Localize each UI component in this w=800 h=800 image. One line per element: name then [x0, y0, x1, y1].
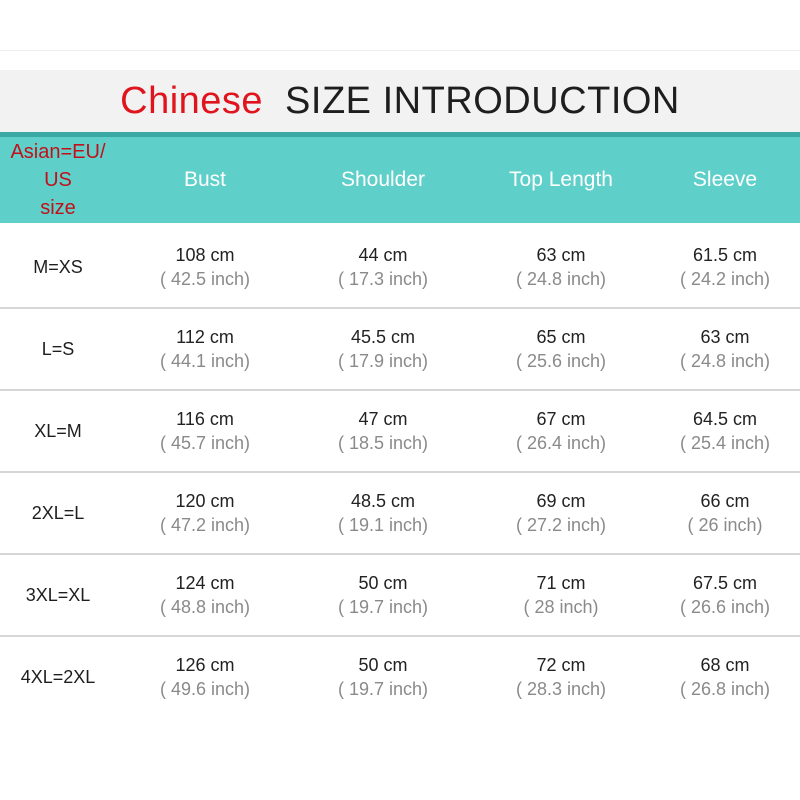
- cm-value: 124 cm: [175, 573, 235, 593]
- measure-cell-shoulder: 50 cm ( 19.7 inch): [294, 653, 472, 701]
- measure-cell-top-length: 65 cm ( 25.6 inch): [472, 325, 650, 373]
- table-row: 3XL=XL 124 cm ( 48.8 inch) 50 cm ( 19.7 inch…: [0, 555, 800, 637]
- size-label: 3XL=XL: [25, 584, 91, 605]
- cm-value: 126 cm: [175, 655, 235, 675]
- cm-value: 48.5 cm: [350, 491, 416, 511]
- cm-value: 65 cm: [536, 327, 586, 347]
- inch-value: ( 42.5 inch): [159, 269, 251, 289]
- measure-cell-bust: 126 cm ( 49.6 inch): [116, 653, 294, 701]
- inch-value: ( 27.2 inch): [515, 515, 607, 535]
- column-header-sleeve: Sleeve: [692, 168, 758, 191]
- measure-cell-shoulder: 48.5 cm ( 19.1 inch): [294, 489, 472, 537]
- measure-cell-bust: 124 cm ( 48.8 inch): [116, 571, 294, 619]
- size-header-line: size: [40, 197, 76, 219]
- inch-value: ( 26 inch): [687, 515, 763, 535]
- measure-cell-top-length: 67 cm ( 26.4 inch): [472, 407, 650, 455]
- table-row: M=XS 108 cm ( 42.5 inch) 44 cm ( 17.3 inch) 6…: [0, 227, 800, 309]
- cm-value: 68 cm: [700, 655, 750, 675]
- inch-value: ( 24.2 inch): [679, 269, 771, 289]
- top-divider: [0, 50, 800, 51]
- measure-cell-shoulder: 50 cm ( 19.7 inch): [294, 571, 472, 619]
- inch-value: ( 25.6 inch): [515, 351, 607, 371]
- measure-cell-sleeve: 63 cm ( 24.8 inch): [650, 325, 800, 373]
- inch-value: ( 44.1 inch): [159, 351, 251, 371]
- measure-cell-top-length: 72 cm ( 28.3 inch): [472, 653, 650, 701]
- inch-value: ( 47.2 inch): [159, 515, 251, 535]
- measure-cell-bust: 120 cm ( 47.2 inch): [116, 489, 294, 537]
- inch-value: ( 19.7 inch): [337, 597, 429, 617]
- cm-value: 112 cm: [176, 327, 234, 347]
- measure-cell-shoulder: 47 cm ( 18.5 inch): [294, 407, 472, 455]
- size-column-header: Asian=EU/ US size: [0, 138, 116, 222]
- size-table-body: M=XS 108 cm ( 42.5 inch) 44 cm ( 17.3 inch) 6…: [0, 227, 800, 717]
- cm-value: 116 cm: [176, 409, 234, 429]
- inch-value: ( 26.4 inch): [515, 433, 607, 453]
- inch-value: ( 25.4 inch): [679, 433, 771, 453]
- measure-cell-top-length: 63 cm ( 24.8 inch): [472, 243, 650, 291]
- measure-cell-sleeve: 66 cm ( 26 inch): [650, 489, 800, 537]
- measure-cell-bust: 108 cm ( 42.5 inch): [116, 243, 294, 291]
- inch-value: ( 24.8 inch): [679, 351, 771, 371]
- table-row: 4XL=2XL 126 cm ( 49.6 inch) 50 cm ( 19.7 inc…: [0, 637, 800, 717]
- cm-value: 63 cm: [536, 245, 586, 265]
- column-header-bust: Bust: [183, 168, 227, 191]
- measure-cell-bust: 112 cm ( 44.1 inch): [116, 325, 294, 373]
- measure-cell-bust: 116 cm ( 45.7 inch): [116, 407, 294, 455]
- inch-value: ( 48.8 inch): [159, 597, 251, 617]
- measure-cell-shoulder: 45.5 cm ( 17.9 inch): [294, 325, 472, 373]
- size-label: L=S: [41, 338, 75, 359]
- cm-value: 61.5 cm: [692, 245, 758, 265]
- size-label: 4XL=2XL: [20, 666, 96, 687]
- inch-value: ( 26.6 inch): [679, 597, 771, 617]
- cm-value: 63 cm: [700, 327, 750, 347]
- measure-cell-sleeve: 61.5 cm ( 24.2 inch): [650, 243, 800, 291]
- measure-cell-top-length: 69 cm ( 27.2 inch): [472, 489, 650, 537]
- size-header-line: US: [44, 169, 72, 191]
- cm-value: 50 cm: [358, 573, 408, 593]
- size-label: M=XS: [33, 256, 83, 277]
- inch-value: ( 19.7 inch): [337, 679, 429, 699]
- page-title: SIZE INTRODUCTION: [285, 79, 680, 122]
- inch-value: ( 24.8 inch): [515, 269, 607, 289]
- measure-cell-sleeve: 67.5 cm ( 26.6 inch): [650, 571, 800, 619]
- measure-cell-sleeve: 64.5 cm ( 25.4 inch): [650, 407, 800, 455]
- inch-value: ( 18.5 inch): [337, 433, 429, 453]
- inch-value: ( 49.6 inch): [159, 679, 251, 699]
- inch-value: ( 26.8 inch): [679, 679, 771, 699]
- size-label: XL=M: [34, 420, 82, 441]
- cm-value: 50 cm: [358, 655, 408, 675]
- inch-value: ( 28 inch): [523, 597, 599, 617]
- column-header-top-length: Top Length: [509, 168, 613, 191]
- measure-cell-shoulder: 44 cm ( 17.3 inch): [294, 243, 472, 291]
- measure-cell-top-length: 71 cm ( 28 inch): [472, 571, 650, 619]
- cm-value: 45.5 cm: [350, 327, 416, 347]
- cm-value: 64.5 cm: [692, 409, 758, 429]
- cm-value: 47 cm: [358, 409, 408, 429]
- cm-value: 72 cm: [536, 655, 586, 675]
- table-header: Asian=EU/ US size Bust Shoulder Top Leng…: [0, 137, 800, 223]
- inch-value: ( 19.1 inch): [337, 515, 429, 535]
- cm-value: 67 cm: [536, 409, 586, 429]
- cm-value: 66 cm: [700, 491, 750, 511]
- size-header-line: Asian=EU/: [10, 141, 106, 163]
- measure-cell-sleeve: 68 cm ( 26.8 inch): [650, 653, 800, 701]
- table-row: L=S 112 cm ( 44.1 inch) 45.5 cm ( 17.9 inch)…: [0, 309, 800, 391]
- cm-value: 71 cm: [536, 573, 586, 593]
- cm-value: 69 cm: [536, 491, 586, 511]
- inch-value: ( 45.7 inch): [159, 433, 251, 453]
- column-header-shoulder: Shoulder: [340, 168, 426, 191]
- cm-value: 108 cm: [175, 245, 235, 265]
- cm-value: 67.5 cm: [692, 573, 758, 593]
- inch-value: ( 17.9 inch): [337, 351, 429, 371]
- inch-value: ( 17.3 inch): [337, 269, 429, 289]
- size-label: 2XL=L: [31, 502, 85, 523]
- title-bar: Chinese SIZE INTRODUCTION: [0, 70, 800, 132]
- title-highlight: Chinese: [120, 79, 264, 122]
- inch-value: ( 28.3 inch): [515, 679, 607, 699]
- cm-value: 44 cm: [358, 245, 408, 265]
- table-row: XL=M 116 cm ( 45.7 inch) 47 cm ( 18.5 inch) 6…: [0, 391, 800, 473]
- cm-value: 120 cm: [175, 491, 235, 511]
- table-row: 2XL=L 120 cm ( 47.2 inch) 48.5 cm ( 19.1 inc…: [0, 473, 800, 555]
